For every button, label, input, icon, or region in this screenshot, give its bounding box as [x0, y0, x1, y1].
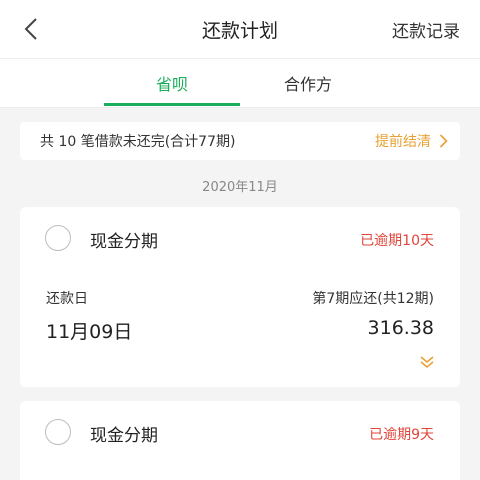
tab-shengbei[interactable]: 省呗: [104, 59, 240, 107]
prepay-all-button[interactable]: 提前结清: [375, 131, 448, 151]
installment-name: 现金分期: [90, 426, 158, 446]
month-label: 2020年11月: [202, 180, 278, 195]
repayment-record-link[interactable]: 还款记录: [392, 0, 460, 58]
amount-due: 316.38: [367, 317, 434, 339]
installment-card[interactable]: 现金分期 已逾期10天 还款日 第7期应还(共12期) 11月09日 316.3…: [20, 207, 460, 387]
loan-summary-text: 共 10 笔借款未还完(合计77期): [40, 134, 236, 150]
installment-name: 现金分期: [90, 232, 158, 252]
tab-partner[interactable]: 合作方: [240, 59, 376, 107]
active-tab-indicator: [104, 103, 240, 106]
tab-bar: 省呗 合作方: [0, 58, 480, 108]
repayment-date-value: 11月09日: [46, 321, 133, 343]
select-radio[interactable]: [45, 419, 71, 445]
overdue-status: 已逾期10天: [360, 233, 434, 249]
select-radio[interactable]: [45, 225, 71, 251]
chevron-right-icon: [439, 134, 448, 148]
double-chevron-down-icon[interactable]: [418, 353, 436, 371]
repayment-date-label: 还款日: [46, 291, 88, 307]
top-navigation-bar: 还款计划 还款记录: [0, 0, 480, 58]
prepay-all-label: 提前结清: [375, 134, 431, 150]
loan-summary-bar: 共 10 笔借款未还完(合计77期) 提前结清: [20, 122, 460, 160]
installment-card[interactable]: 现金分期 已逾期9天: [20, 401, 460, 480]
period-due-label: 第7期应还(共12期): [312, 291, 434, 307]
overdue-status: 已逾期9天: [369, 427, 434, 443]
repayment-plan-page: 还款计划 还款记录 省呗 合作方 共 10 笔借款未还完(合计77期) 提前结清…: [0, 0, 480, 480]
